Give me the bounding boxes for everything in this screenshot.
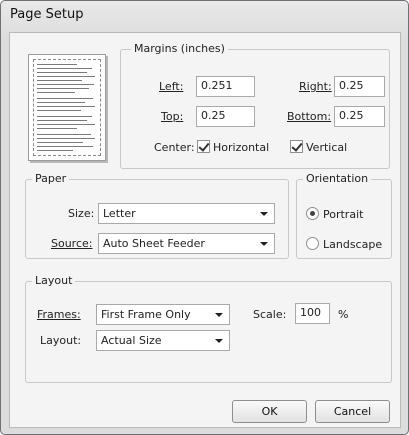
layout-select[interactable]: Actual Size	[96, 330, 230, 351]
bottom-margin-input[interactable]: 0.25	[334, 106, 385, 127]
chevron-down-icon	[215, 339, 223, 343]
top-margin-label: Top:	[161, 110, 184, 123]
ok-button[interactable]: OK	[232, 400, 307, 423]
title-bar[interactable]: Page Setup	[1, 1, 408, 31]
chevron-down-icon	[260, 212, 268, 216]
paper-size-select[interactable]: Letter	[98, 203, 275, 224]
left-margin-input[interactable]: 0.251	[196, 76, 255, 97]
frames-select[interactable]: First Frame Only	[96, 304, 230, 325]
frames-label: Frames:	[37, 308, 81, 321]
paper-source-value: Auto Sheet Feeder	[103, 237, 205, 250]
layout-group-label: Layout	[32, 274, 76, 287]
horizontal-label[interactable]: Horizontal	[213, 141, 269, 154]
horizontal-checkbox[interactable]	[197, 140, 210, 153]
cancel-button[interactable]: Cancel	[315, 400, 390, 423]
right-margin-input[interactable]: 0.25	[334, 76, 385, 97]
orientation-group-label: Orientation	[303, 172, 372, 185]
source-label: Source:	[51, 237, 93, 250]
layout-value: Actual Size	[101, 334, 162, 347]
page-preview-icon	[28, 54, 106, 161]
margins-group-label: Margins (inches)	[131, 42, 228, 55]
paper-size-value: Letter	[103, 207, 136, 220]
top-margin-input[interactable]: 0.25	[196, 106, 255, 127]
paper-group-label: Paper	[32, 172, 70, 185]
layout-label: Layout:	[40, 334, 82, 347]
left-margin-label: Left:	[159, 80, 184, 93]
chevron-down-icon	[260, 242, 268, 246]
scale-input[interactable]: 100	[295, 303, 330, 324]
scale-label: Scale:	[253, 308, 287, 321]
size-label: Size:	[68, 207, 95, 220]
dialog-body: Margins (inches) Left: 0.251 Right: 0.25…	[9, 32, 401, 428]
landscape-radio[interactable]	[306, 237, 319, 250]
right-margin-label: Right:	[299, 80, 332, 93]
portrait-label[interactable]: Portrait	[323, 208, 363, 221]
preview-sheet	[33, 59, 101, 156]
landscape-label[interactable]: Landscape	[323, 238, 382, 251]
window-title: Page Setup	[10, 7, 84, 22]
bottom-margin-label: Bottom:	[287, 110, 332, 123]
portrait-radio[interactable]	[306, 207, 319, 220]
center-label: Center:	[154, 141, 195, 154]
paper-source-select[interactable]: Auto Sheet Feeder	[98, 233, 275, 254]
page-setup-dialog: Page Setup Margins (inches) Left: 0.251 …	[0, 0, 409, 435]
chevron-down-icon	[215, 313, 223, 317]
vertical-label[interactable]: Vertical	[306, 141, 347, 154]
frames-value: First Frame Only	[101, 308, 191, 321]
scale-unit: %	[338, 308, 349, 321]
vertical-checkbox[interactable]	[290, 140, 303, 153]
